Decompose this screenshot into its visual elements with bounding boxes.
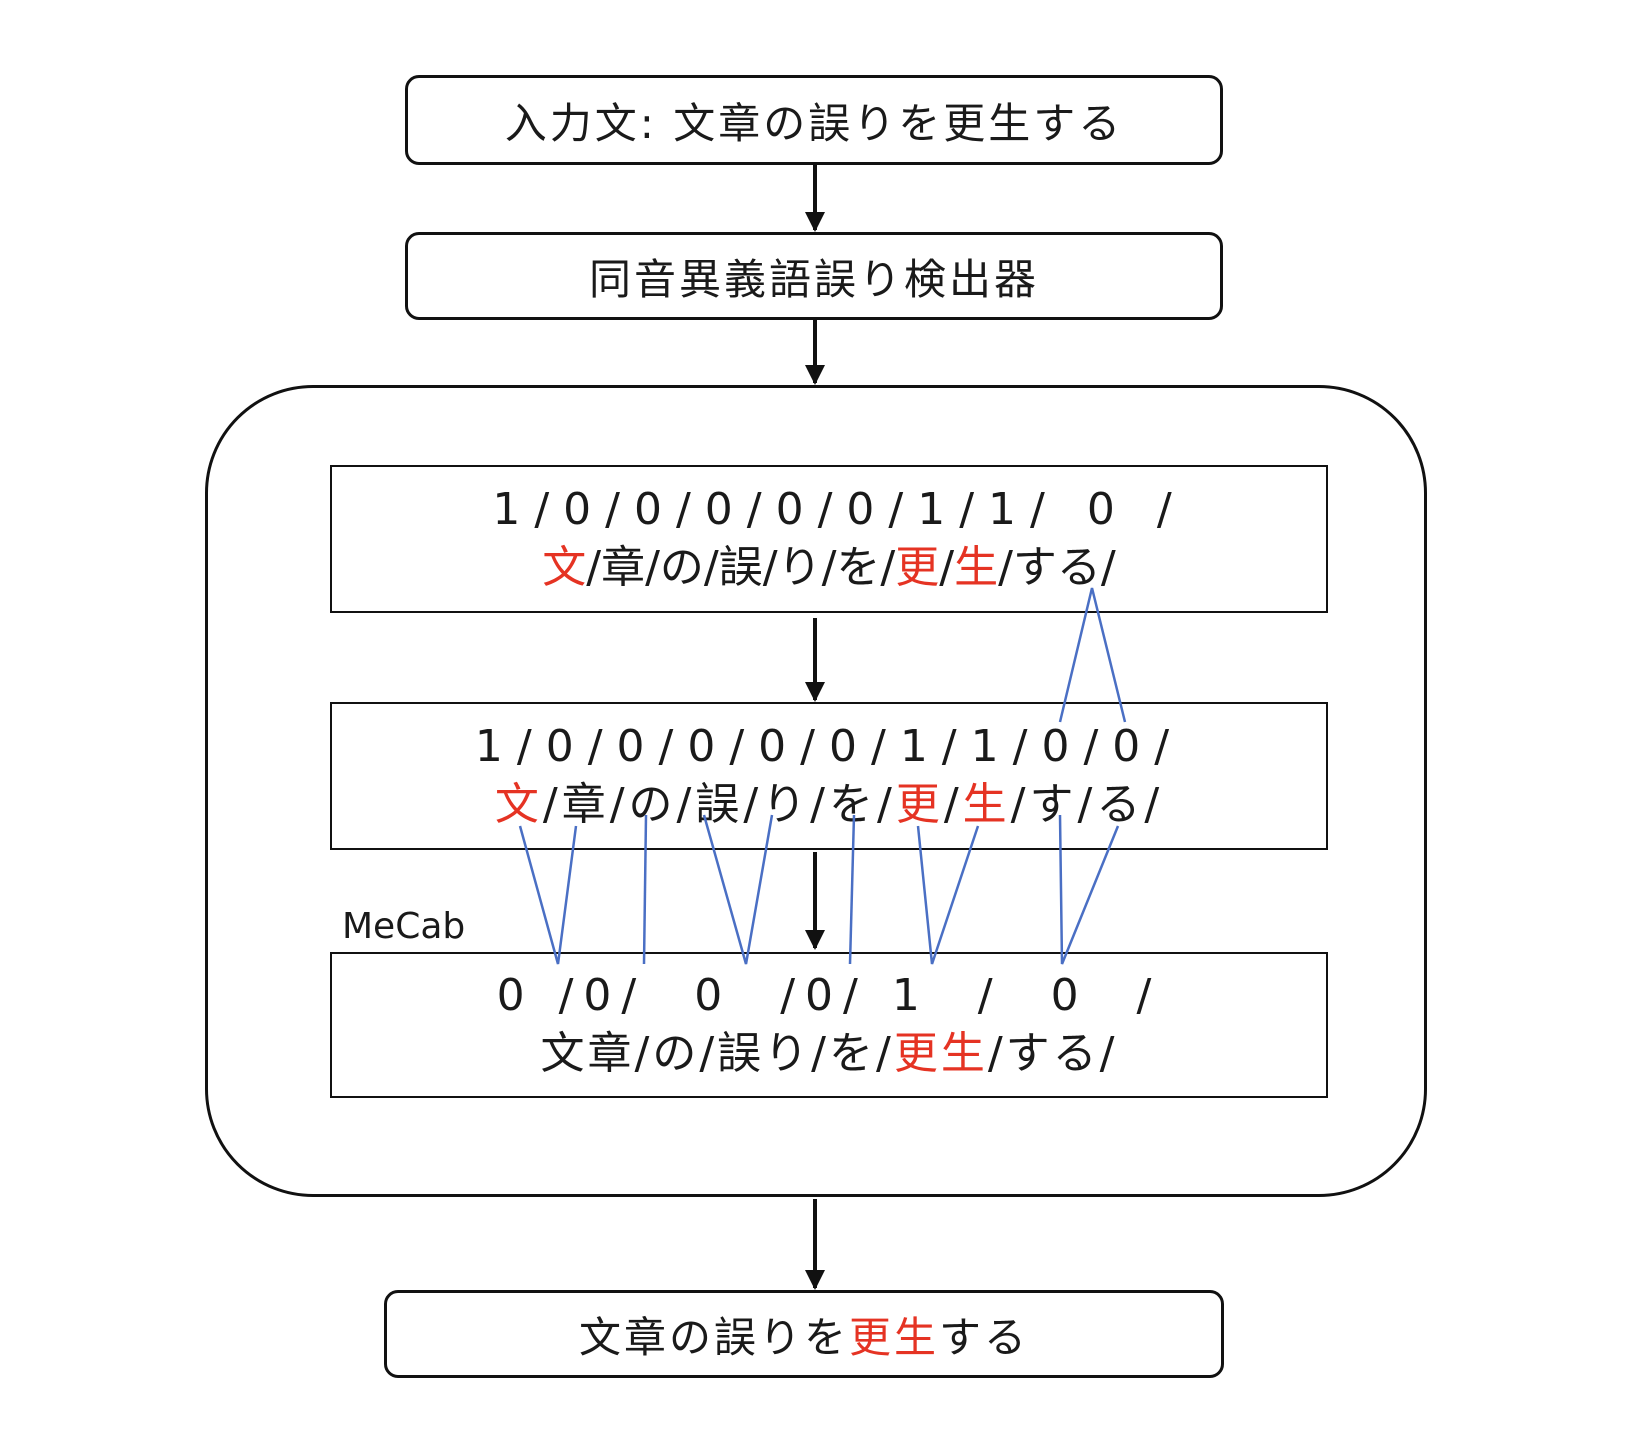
merge-connector-bunsho [518, 825, 578, 965]
merge-connector-suru [1058, 814, 1120, 965]
merge-connector-ayamari [702, 814, 774, 965]
merge-connector-kousei [916, 825, 980, 965]
split-connector-suru [1058, 587, 1127, 723]
diagram-connectors [518, 165, 1127, 1290]
merge-connector-no [642, 814, 648, 965]
merge-connector-wo [848, 814, 856, 965]
